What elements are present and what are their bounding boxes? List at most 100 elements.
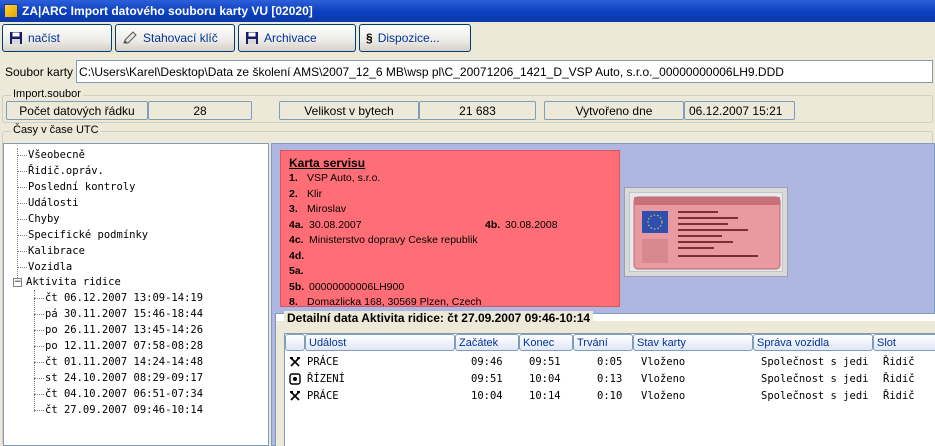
created-value: 06.12.2007 15:21 <box>684 101 795 120</box>
tree-item-driver-activity[interactable]: Aktivita ridice <box>26 274 121 290</box>
row-vehicle-management: Společnost s jedi <box>761 372 869 385</box>
card-surname: Klir <box>307 187 323 200</box>
card-title: Karta servisu <box>289 156 366 170</box>
row-card-state: Vloženo <box>641 389 686 402</box>
row-slot: Řidič <box>883 372 915 385</box>
tree-item-calibration[interactable]: Kalibrace <box>28 243 85 259</box>
column-header-start[interactable]: Začátek <box>455 334 519 351</box>
card-field-key: 5b. <box>289 280 305 293</box>
card-picture <box>633 196 781 270</box>
row-card-state: Vloženo <box>641 355 686 368</box>
crossed-hammers-icon <box>289 353 301 370</box>
crossed-hammers-icon <box>289 387 301 404</box>
tree-activity-day[interactable]: po 26.11.2007 13:45-14:26 <box>45 322 203 338</box>
card-number: 00000000006LH900 <box>309 280 405 293</box>
card-company: VSP Auto, s.r.o. <box>307 172 381 184</box>
card-field-key: 1. <box>289 172 298 184</box>
file-row: Soubor karty C:\Users\Karel\Desktop\Data… <box>2 60 933 83</box>
tree-item-vehicles[interactable]: Vozidla <box>28 259 72 275</box>
table-row[interactable]: ŘÍZENÍ 09:51 10:04 0:13 Vloženo Společno… <box>285 370 935 387</box>
card-field-key: 4b. <box>485 218 501 231</box>
column-header-slot[interactable]: Slot <box>873 334 935 351</box>
card-firstname: Miroslav <box>307 203 347 215</box>
card-field-key: 4c. <box>289 234 304 246</box>
row-start: 09:46 <box>471 355 503 368</box>
tree-item-specific-conditions[interactable]: Specifické podmínky <box>28 227 148 243</box>
row-slot: Řidič <box>883 389 915 402</box>
column-header-event[interactable]: Událost <box>305 334 455 351</box>
card-issue-date: 30.08.2007 <box>309 218 362 231</box>
workshop-card-info: Karta servisu 1. VSP Auto, s.r.o. 2. Klir … <box>280 150 620 308</box>
table-row[interactable]: PRÁCE 10:04 10:14 0:10 Vloženo Společnos… <box>285 387 935 404</box>
disposition-button[interactable]: § Dispozice... <box>359 24 471 52</box>
row-end: 10:04 <box>529 372 561 385</box>
download-key-button[interactable]: Stahovací klíč <box>115 24 235 52</box>
row-vehicle-management: Společnost s jedi <box>761 389 869 402</box>
card-issuing-authority: Ministerstvo dopravy Ceske republik <box>309 234 478 246</box>
row-duration: 0:10 <box>597 389 623 402</box>
rows-count-value: 28 <box>148 101 252 120</box>
card-field-key: 4d. <box>289 249 305 262</box>
window-title: ZA|ARC Import datového souboru karty VU … <box>22 4 313 18</box>
tree-item-driver-permissions[interactable]: Řidič.opráv. <box>28 163 104 179</box>
column-header-card-state[interactable]: Stav karty <box>633 334 753 351</box>
card-field-key: 5a. <box>289 265 304 277</box>
tree-activity-day[interactable]: čt 01.11.2007 14:24-14:48 <box>45 354 203 370</box>
row-duration: 0:05 <box>597 355 623 368</box>
load-button[interactable]: načíst <box>2 24 112 52</box>
card-field-key: 2. <box>289 187 298 200</box>
card-field-key: 4a. <box>289 218 304 231</box>
times-group-title: Časy v čase UTC <box>11 124 101 136</box>
download-key-button-label: Stahovací klíč <box>143 31 218 45</box>
section-sign-icon: § <box>366 31 373 45</box>
detail-panel: Karta servisu 1. VSP Auto, s.r.o. 2. Klir … <box>271 143 935 446</box>
column-header-icon[interactable] <box>285 334 305 351</box>
card-field-key: 3. <box>289 203 298 215</box>
row-end: 09:51 <box>529 355 561 368</box>
main-window: ZA|ARC Import datového souboru karty VU … <box>0 0 935 446</box>
app-icon <box>4 4 18 18</box>
tree-activity-day[interactable]: st 24.10.2007 08:29-09:17 <box>45 370 203 386</box>
archive-button-label: Archivace <box>264 31 317 45</box>
tree-activity-day-selected[interactable]: čt 27.09.2007 09:46-10:14 <box>45 402 203 418</box>
table-row[interactable]: PRÁCE 09:46 09:51 0:05 Vloženo Společnos… <box>285 353 935 370</box>
disposition-button-label: Dispozice... <box>377 31 440 45</box>
file-path-field[interactable]: C:\Users\Karel\Desktop\Data ze školení A… <box>76 60 933 83</box>
column-header-end[interactable]: Konec <box>519 334 573 351</box>
row-end: 10:14 <box>529 389 561 402</box>
column-header-vehicle-management[interactable]: Správa vozidla <box>753 334 873 351</box>
row-slot: Řidič <box>883 355 915 368</box>
row-event: PRÁCE <box>307 355 339 368</box>
tree-activity-day[interactable]: čt 04.10.2007 06:51-07:34 <box>45 386 203 402</box>
import-group-title: Import.soubor <box>11 88 83 100</box>
floppy-disk-icon <box>9 31 23 45</box>
pen-icon <box>122 31 138 45</box>
tree-activity-day[interactable]: po 12.11.2007 07:58-08:28 <box>45 338 203 354</box>
activity-detail-title: Detailní data Aktivita ridice: čt 27.09.… <box>284 311 594 325</box>
tree-item-faults[interactable]: Chyby <box>28 211 60 227</box>
rows-count-label: Počet datových řádku <box>6 101 148 120</box>
floppy-disk-icon <box>245 31 259 45</box>
row-event: ŘÍZENÍ <box>307 372 345 385</box>
table-header: Událost Začátek Konec Trvání Stav karty … <box>285 334 935 351</box>
card-field-key: 8. <box>289 296 298 308</box>
toolbar: načíst Stahovací klíč Archivace § Dispoz… <box>2 24 471 52</box>
row-vehicle-management: Společnost s jedi <box>761 355 869 368</box>
tree-item-events[interactable]: Události <box>28 195 79 211</box>
tree-item-general[interactable]: Všeobecně <box>28 147 85 163</box>
column-header-duration[interactable]: Trvání <box>573 334 633 351</box>
collapse-icon[interactable]: − <box>13 278 22 287</box>
row-card-state: Vloženo <box>641 372 686 385</box>
card-image <box>624 187 788 277</box>
archive-button[interactable]: Archivace <box>238 24 356 52</box>
activity-table: Událost Začátek Konec Trvání Stav karty … <box>284 333 935 446</box>
steering-wheel-icon <box>289 370 301 387</box>
row-start: 10:04 <box>471 389 503 402</box>
row-duration: 0:13 <box>597 372 623 385</box>
tree-activity-day[interactable]: čt 06.12.2007 13:09-14:19 <box>45 290 203 306</box>
tree-item-last-checks[interactable]: Poslední kontroly <box>28 179 135 195</box>
row-event: PRÁCE <box>307 389 339 402</box>
navigation-tree: Všeobecně Řidič.opráv. Poslední kontroly… <box>3 143 269 446</box>
tree-activity-day[interactable]: pá 30.11.2007 15:46-18:44 <box>45 306 203 322</box>
file-label: Soubor karty <box>5 64 74 79</box>
